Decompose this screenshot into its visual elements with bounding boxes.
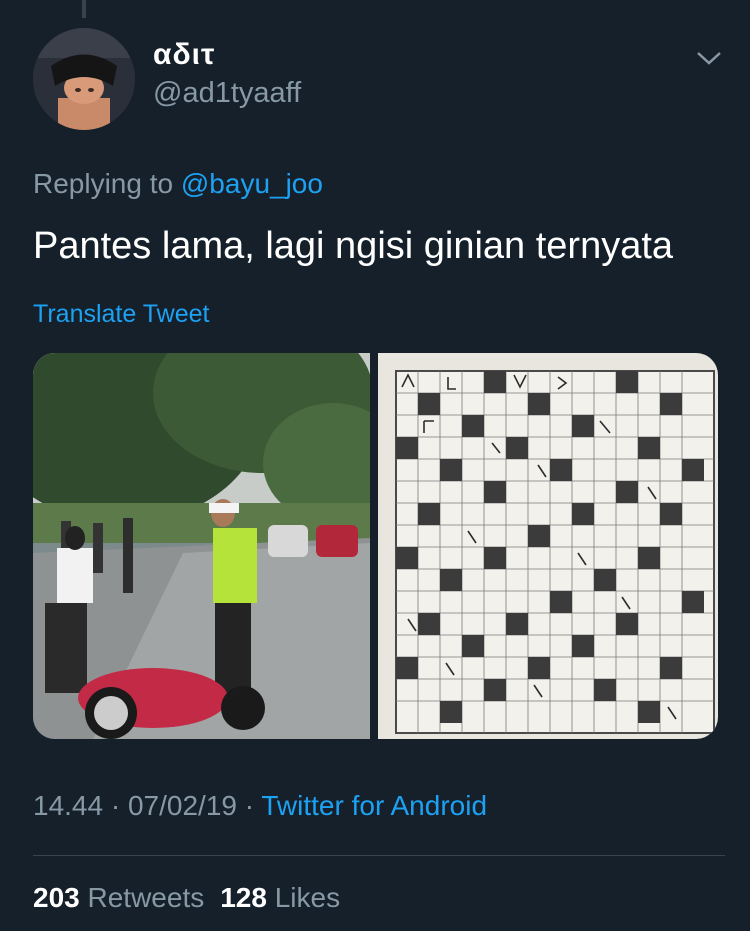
display-name[interactable]: αδιτ: [153, 38, 215, 72]
tweet-detail: αδιτ @ad1tyaaff Replying to @bayu_joo Pa…: [0, 0, 750, 931]
retweets-count: 203: [33, 882, 80, 913]
replying-to: Replying to @bayu_joo: [33, 168, 323, 200]
tweet-date: 07/02/19: [127, 790, 237, 821]
divider: [33, 855, 725, 856]
photo-police-scene[interactable]: [33, 353, 403, 739]
meta-separator: ·: [236, 790, 262, 821]
meta-separator: ·: [103, 790, 128, 821]
translate-tweet-link[interactable]: Translate Tweet: [33, 300, 209, 329]
thread-connector-line: [82, 0, 86, 18]
tweet-meta: 14.44 · 07/02/19 · Twitter for Android: [33, 790, 487, 822]
chevron-down-icon[interactable]: [694, 46, 724, 70]
avatar[interactable]: [33, 28, 135, 130]
media-grid: [33, 353, 718, 739]
tweet-source-link[interactable]: Twitter for Android: [261, 790, 487, 821]
retweets-stat[interactable]: 203 Retweets: [33, 882, 204, 913]
photo-crossword-puzzle[interactable]: [378, 353, 718, 739]
tweet-text: Pantes lama, lagi ngisi ginian ternyata: [33, 225, 674, 267]
replying-prefix: Replying to: [33, 168, 181, 199]
likes-label: Likes: [274, 882, 341, 913]
retweets-label: Retweets: [87, 882, 205, 913]
likes-stat[interactable]: 128 Likes: [220, 882, 340, 913]
engagement-stats: 203 Retweets 128 Likes: [33, 882, 340, 914]
tweet-time: 14.44: [33, 790, 104, 821]
reply-mention-link[interactable]: @bayu_joo: [181, 168, 323, 199]
likes-count: 128: [220, 882, 267, 913]
user-handle[interactable]: @ad1tyaaff: [153, 77, 301, 110]
avatar-image: [33, 28, 135, 130]
